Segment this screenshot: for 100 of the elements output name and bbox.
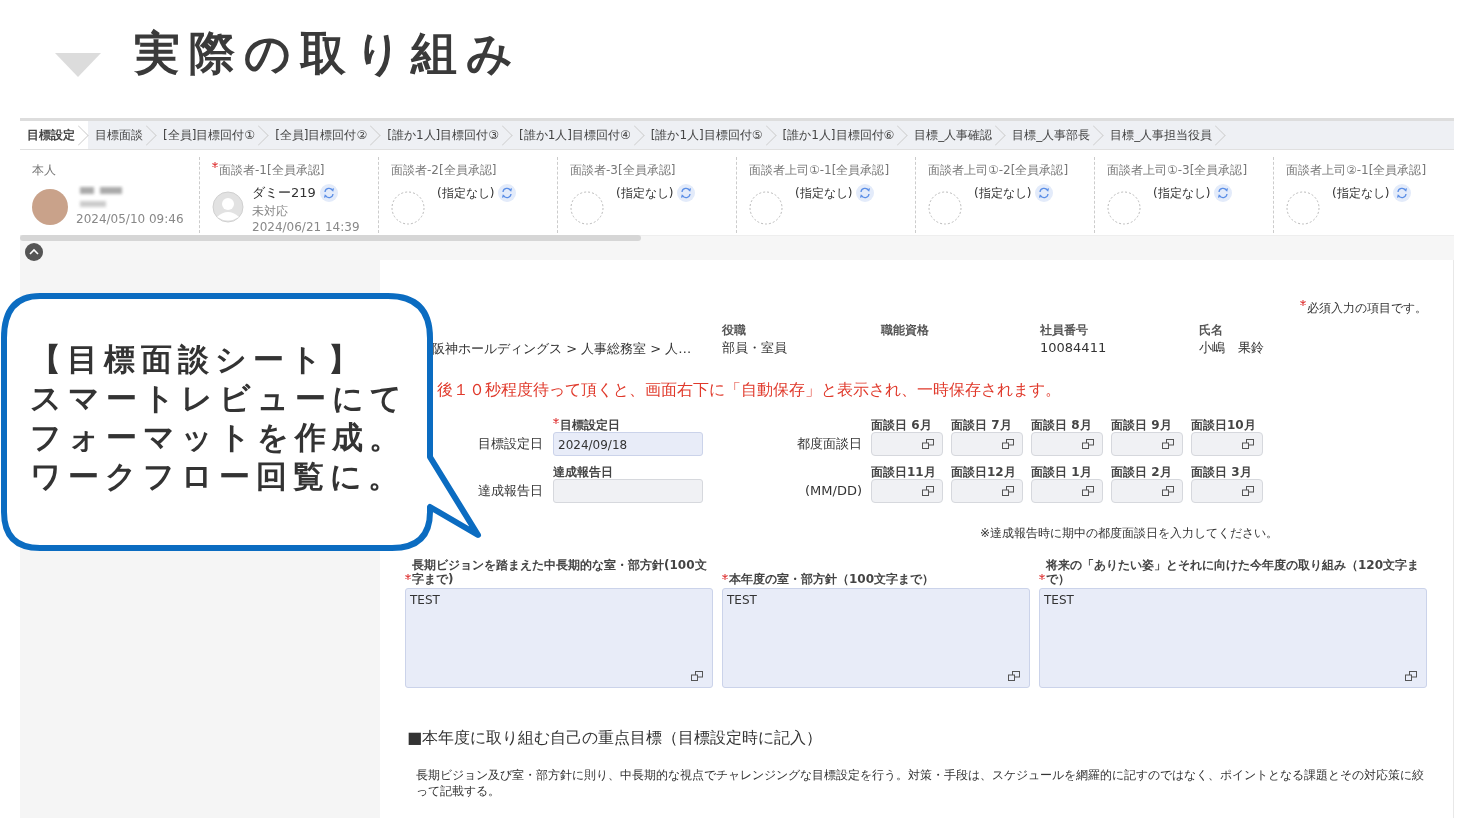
month-date-field[interactable] <box>871 432 943 456</box>
approver-label: 面談者上司①-2[全員承認] <box>928 162 1070 179</box>
field-label: 氏名 <box>1199 322 1224 338</box>
approver-name: (指定なし) <box>616 184 674 202</box>
field-label: 面談日 3月 <box>1191 465 1253 479</box>
required-icon <box>212 162 218 168</box>
field-label: 面談日 7月 <box>951 418 1013 432</box>
calendar-popup-icon[interactable] <box>1082 486 1094 496</box>
month-date-field[interactable] <box>1031 479 1103 503</box>
field-label: 面談日12月 <box>951 465 1017 479</box>
date-field[interactable] <box>553 479 703 503</box>
month-date-field[interactable] <box>871 479 943 503</box>
step-tab[interactable]: 目標_人事担当役員 <box>1103 121 1226 149</box>
empty-avatar-icon <box>1107 191 1141 225</box>
calendar-popup-icon[interactable] <box>1002 439 1014 449</box>
callout-text: フォーマットを作成。 <box>30 418 406 457</box>
approver-name: (指定なし) <box>795 184 853 202</box>
date-field[interactable]: 2024/09/18 <box>553 432 703 456</box>
field-label: 面談日 1月 <box>1031 465 1093 479</box>
step-tab[interactable]: [誰か1人]目標回付⑤ <box>643 121 776 149</box>
approver-label: 面談者上司①-3[全員承認] <box>1107 162 1249 179</box>
empty-avatar-icon <box>570 191 604 225</box>
month-date-field[interactable] <box>951 479 1023 503</box>
required-icon <box>722 574 728 580</box>
date-label: (MM/DD) <box>804 482 863 500</box>
field-value: 部員・室員 <box>722 339 788 357</box>
calendar-popup-icon[interactable] <box>1082 439 1094 449</box>
date-label: 達成報告日 <box>477 482 544 500</box>
swap-arrows-icon[interactable] <box>1393 184 1412 202</box>
field-label: 将来の「ありたい姿」とそれに向けた今年度の取り組み（120文字まで） <box>1039 558 1427 586</box>
step-tab[interactable]: 目標_人事部長 <box>1005 121 1104 149</box>
approver-name: ダミー219 <box>252 184 316 202</box>
month-date-field[interactable] <box>1111 479 1183 503</box>
required-icon <box>1039 574 1045 580</box>
step-tab[interactable]: 目標_人事確認 <box>907 121 1006 149</box>
approver-label: 本人 <box>32 162 57 179</box>
expand-icon[interactable] <box>1405 671 1417 681</box>
month-date-field[interactable] <box>1191 479 1263 503</box>
step-tab[interactable]: [誰か1人]目標回付⑥ <box>775 121 908 149</box>
required-note: 必須入力の項目です。 <box>1307 301 1427 315</box>
month-date-field[interactable] <box>1111 432 1183 456</box>
calendar-popup-icon[interactable] <box>922 439 934 449</box>
swap-arrows-icon[interactable] <box>1035 184 1054 202</box>
calendar-popup-icon[interactable] <box>922 486 934 496</box>
swap-arrows-icon[interactable] <box>677 184 696 202</box>
approver-label: 面談者-2[全員承認] <box>391 162 498 179</box>
field-label: 本年度の室・部方針（100文字まで） <box>722 558 1030 586</box>
text-area[interactable]: TEST <box>405 588 713 688</box>
step-tab[interactable]: [誰か1人]目標回付④ <box>512 121 644 149</box>
calendar-popup-icon[interactable] <box>1162 486 1174 496</box>
step-tab[interactable]: 目標設定 <box>20 121 88 149</box>
swap-arrows-icon[interactable] <box>856 184 875 202</box>
month-date-field[interactable] <box>1191 432 1263 456</box>
field-label: 面談日11月 <box>871 465 937 479</box>
swap-arrows-icon[interactable] <box>498 184 517 202</box>
approver-date: 2024/06/21 14:39 <box>252 219 360 235</box>
calendar-popup-icon[interactable] <box>1242 439 1254 449</box>
expand-icon[interactable] <box>1008 671 1020 681</box>
field-label: 長期ビジョンを踏まえた中長期的な室・部方針(100文字まで) <box>405 558 713 586</box>
field-value: 10084411 <box>1040 339 1108 357</box>
field-label: 役職 <box>722 322 747 338</box>
field-label: 面談日10月 <box>1191 418 1257 432</box>
callout-text: 【目標面談シート】 <box>30 340 365 379</box>
department-path: 阪神ホールディングス > 人事総務室 > 人… <box>432 340 693 358</box>
month-date-field[interactable] <box>951 432 1023 456</box>
field-label: 職能資格 <box>881 322 930 338</box>
field-label: 面談日 8月 <box>1031 418 1093 432</box>
section-description: 長期ビジョン及び室・部方針に則り、中長期的な視点でチャレンジングな目標設定を行う。対策・手段は、スケジュールを網羅的に記すのではなく、ポイントとなる課題とその対応策に絞って記載する。 <box>416 767 1425 799</box>
callout-text: スマートレビューにて <box>30 379 408 418</box>
field-label: 面談日 6月 <box>871 418 933 432</box>
swap-arrows-icon[interactable] <box>1214 184 1233 202</box>
step-tab[interactable]: [全員]目標回付② <box>268 121 381 149</box>
autosave-notice: 後１０秒程度待って頂くと、画面右下に「自動保存」と表示され、一時保存されます。 <box>437 380 1062 401</box>
approver-name: (指定なし) <box>974 184 1032 202</box>
field-label: 面談日 9月 <box>1111 418 1173 432</box>
text-area[interactable]: TEST <box>1039 588 1427 688</box>
collapse-button[interactable] <box>25 243 43 261</box>
expand-icon[interactable] <box>691 671 703 681</box>
required-icon <box>405 574 411 580</box>
swap-arrows-icon[interactable] <box>319 184 338 202</box>
field-label: 目標設定日 <box>553 418 703 432</box>
calendar-popup-icon[interactable] <box>1242 486 1254 496</box>
step-tab[interactable]: 目標面談 <box>88 121 156 149</box>
calendar-popup-icon[interactable] <box>1162 439 1174 449</box>
step-tab[interactable]: [全員]目標回付① <box>156 121 269 149</box>
text-area[interactable]: TEST <box>722 588 1030 688</box>
field-label: 面談日 2月 <box>1111 465 1173 479</box>
month-date-field[interactable] <box>1031 432 1103 456</box>
calendar-popup-icon[interactable] <box>1002 486 1014 496</box>
approver-name: (指定なし) <box>1332 184 1390 202</box>
empty-avatar-icon <box>1286 191 1320 225</box>
required-icon <box>553 418 559 424</box>
step-tab[interactable]: [誰か1人]目標回付③ <box>380 121 512 149</box>
empty-avatar-icon <box>391 191 425 225</box>
triangle-icon <box>55 53 101 77</box>
empty-avatar-icon <box>928 191 962 225</box>
approver-label: 面談者-1[全員承認] <box>212 162 374 179</box>
empty-avatar-icon <box>749 191 783 225</box>
date-label: 都度面談日 <box>796 435 863 453</box>
scrollbar-thumb[interactable] <box>20 235 641 241</box>
